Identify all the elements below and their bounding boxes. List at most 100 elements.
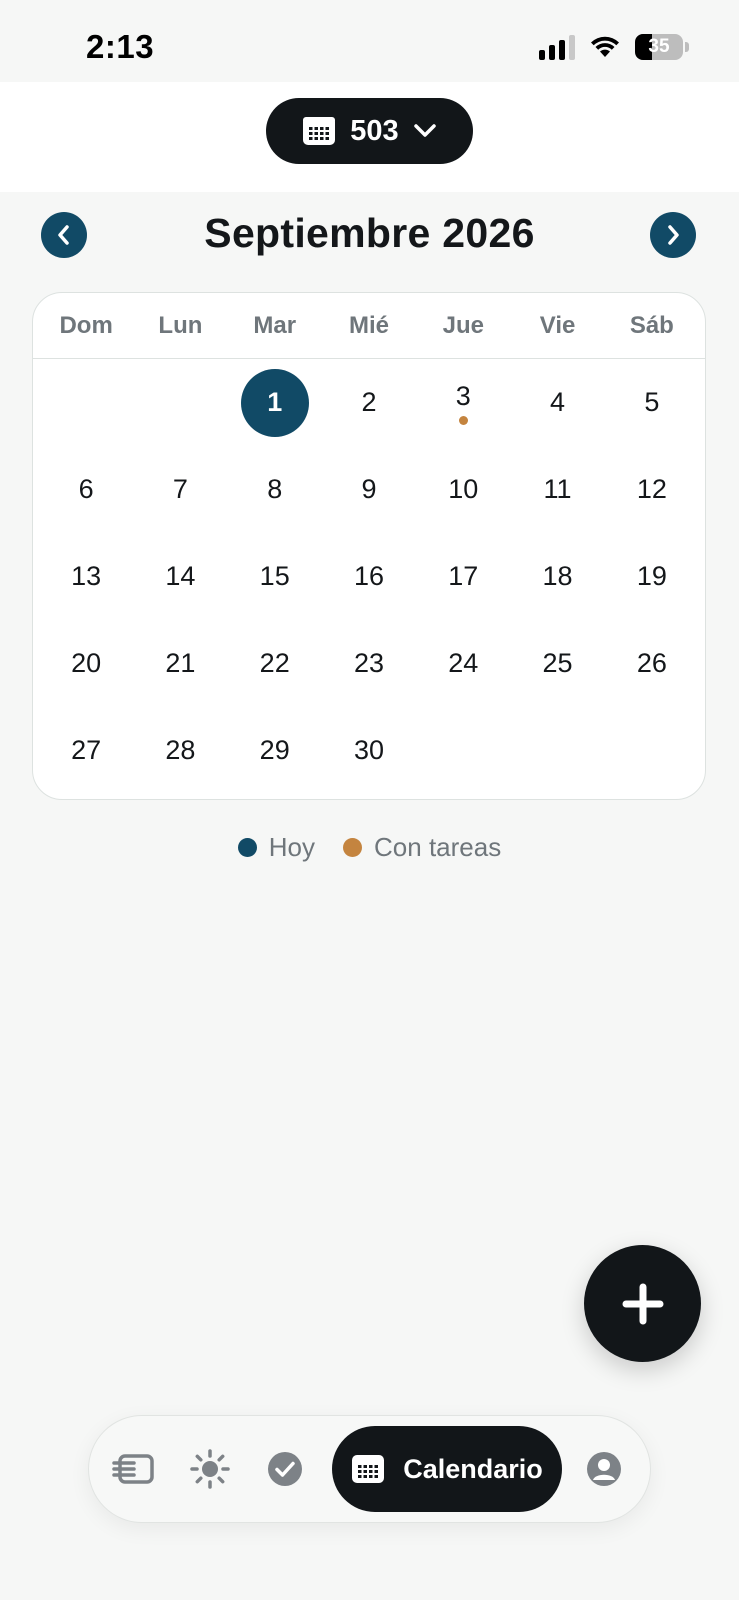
day-number: 10 [448, 474, 479, 504]
day-number: 27 [71, 735, 102, 765]
day-cell-9[interactable]: 9 [322, 446, 416, 533]
day-cell-25[interactable]: 25 [510, 620, 604, 707]
weekday-label: Lun [158, 311, 203, 339]
day-number: 28 [165, 735, 196, 765]
battery-tip [685, 42, 689, 52]
day-cell-5[interactable]: 5 [605, 359, 699, 446]
nav-item-profile[interactable] [581, 1446, 627, 1492]
weekday-label: Jue [442, 311, 484, 339]
day-cell-1[interactable]: 1 [228, 359, 322, 446]
day-cell-6[interactable]: 6 [39, 446, 133, 533]
day-cell-23[interactable]: 23 [322, 620, 416, 707]
task-dot-icon [343, 838, 363, 857]
days-grid: 1 2 3 4 5 6 7 8 9 10 11 12 13 14 15 16 17 18 19 20 21 22 23 24 2… [33, 359, 705, 794]
day-cell-3[interactable]: 3 [416, 359, 510, 446]
day-cell-18[interactable]: 18 [510, 533, 604, 620]
day-number: 22 [259, 648, 290, 678]
plus-icon [622, 1283, 663, 1324]
nav-item-calendar-label: Calendario [403, 1453, 543, 1484]
nav-item-completed[interactable] [262, 1446, 308, 1492]
nav-item-calendar[interactable]: Calendario [332, 1426, 562, 1512]
empty-day-cell [39, 359, 133, 446]
legend: Hoy Con tareas [0, 832, 739, 863]
day-cell-7[interactable]: 7 [133, 446, 227, 533]
day-number: 24 [448, 648, 479, 678]
weekday-label: Mié [348, 311, 389, 339]
empty-day-cell [133, 359, 227, 446]
day-cell-26[interactable]: 26 [605, 620, 699, 707]
previous-month-button[interactable] [41, 212, 87, 258]
day-cell-22[interactable]: 22 [228, 620, 322, 707]
legend-label-today: Hoy [268, 832, 316, 862]
day-cell-17[interactable]: 17 [416, 533, 510, 620]
empty-day-cell [510, 707, 604, 794]
sun-icon [190, 1449, 230, 1489]
calendar-grid: Dom Lun Mar Mié Jue Vie Sáb 1 2 3 4 5 6 7 8 9 10 11 12 13 1… [32, 292, 706, 800]
day-number: 7 [172, 474, 188, 504]
day-cell-4[interactable]: 4 [510, 359, 604, 446]
add-task-button[interactable] [584, 1245, 701, 1362]
day-number: 4 [550, 387, 566, 417]
day-cell-14[interactable]: 14 [133, 533, 227, 620]
day-cell-24[interactable]: 24 [416, 620, 510, 707]
day-number: 29 [259, 735, 290, 765]
empty-day-cell [416, 707, 510, 794]
chevron-right-icon [668, 225, 679, 245]
chevron-down-icon [413, 124, 436, 137]
day-cell-10[interactable]: 10 [416, 446, 510, 533]
status-bar: 2:13 35 [0, 0, 739, 82]
day-cell-30[interactable]: 30 [322, 707, 416, 794]
day-number: 25 [542, 648, 573, 678]
weekday-label: Sáb [629, 311, 674, 339]
day-number: 1 [267, 387, 283, 417]
day-cell-16[interactable]: 16 [322, 533, 416, 620]
check-circle-icon [268, 1452, 302, 1486]
day-number: 13 [71, 561, 102, 591]
header: 503 [0, 82, 739, 192]
battery-icon: 35 [635, 34, 683, 60]
legend-item-tasks: Con tareas [343, 832, 501, 863]
day-cell-13[interactable]: 13 [39, 533, 133, 620]
cellular-signal-icon [539, 34, 575, 60]
legend-label-tasks: Con tareas [374, 832, 502, 862]
bottom-navigation: Calendario [88, 1415, 651, 1523]
status-icons: 35 [539, 34, 689, 60]
day-cell-19[interactable]: 19 [605, 533, 699, 620]
day-cell-11[interactable]: 11 [510, 446, 604, 533]
day-cell-27[interactable]: 27 [39, 707, 133, 794]
day-cell-29[interactable]: 29 [228, 707, 322, 794]
next-month-button[interactable] [650, 212, 696, 258]
group-selector-button[interactable]: 503 [266, 98, 473, 164]
day-number: 12 [636, 474, 667, 504]
day-cell-28[interactable]: 28 [133, 707, 227, 794]
day-cell-2[interactable]: 2 [322, 359, 416, 446]
day-number: 21 [165, 648, 196, 678]
day-number: 19 [636, 561, 667, 591]
weekday-label: Vie [539, 311, 576, 339]
weekday-label: Dom [59, 311, 113, 339]
day-number: 15 [259, 561, 290, 591]
nav-item-cards[interactable] [111, 1446, 157, 1492]
day-number: 20 [71, 648, 102, 678]
chevron-left-icon [58, 225, 69, 245]
day-number: 11 [543, 474, 572, 504]
day-cell-15[interactable]: 15 [228, 533, 322, 620]
day-cell-12[interactable]: 12 [605, 446, 699, 533]
legend-item-today: Hoy [237, 832, 316, 863]
day-cell-20[interactable]: 20 [39, 620, 133, 707]
day-number: 23 [353, 648, 385, 678]
cards-icon [112, 1454, 154, 1484]
selector-value: 503 [350, 114, 399, 147]
day-number: 16 [353, 561, 385, 591]
day-number: 6 [78, 474, 94, 504]
day-number: 30 [353, 735, 385, 765]
nav-item-today[interactable] [187, 1446, 233, 1492]
weekday-header-row: Dom Lun Mar Mié Jue Vie Sáb [33, 293, 705, 359]
day-cell-21[interactable]: 21 [133, 620, 227, 707]
calendar-icon [352, 1455, 385, 1483]
day-number: 17 [448, 561, 479, 591]
month-title: Septiembre 2026 [204, 210, 535, 256]
day-number: 3 [455, 381, 471, 411]
day-number: 18 [542, 561, 573, 591]
day-cell-8[interactable]: 8 [228, 446, 322, 533]
